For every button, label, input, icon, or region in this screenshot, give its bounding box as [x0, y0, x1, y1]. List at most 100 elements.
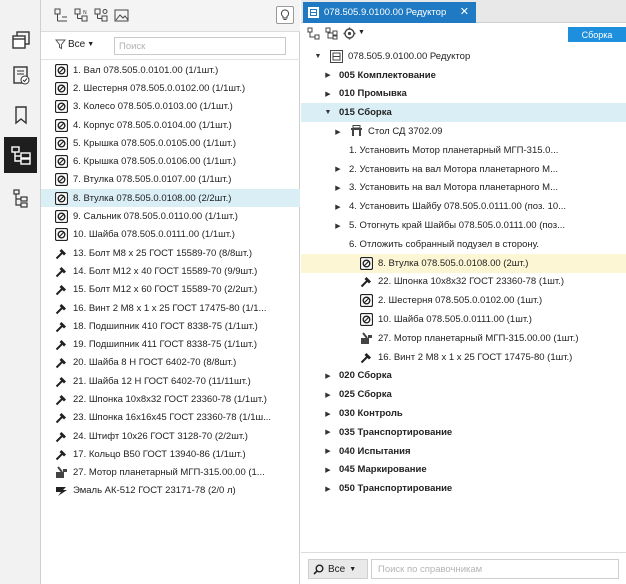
stage-badge[interactable]: Сборка: [568, 27, 626, 42]
filter-label: Все: [68, 39, 86, 50]
tree-row[interactable]: ▶ 030 Контроль: [301, 404, 626, 423]
expand-arrow-icon[interactable]: ▶: [323, 485, 333, 493]
part-icon: [359, 256, 373, 270]
expand-arrow-icon[interactable]: ▶: [323, 466, 333, 474]
rail-bookmark-button[interactable]: [4, 97, 37, 133]
expand-arrow-icon[interactable]: ▶: [333, 203, 343, 211]
component-item[interactable]: 1. Вал 078.505.0.0101.00 (1/1шт.): [41, 61, 300, 79]
expand-arrow-icon[interactable]: ▶: [323, 391, 333, 399]
standard-part-icon: [54, 356, 68, 370]
reference-filter-dropdown[interactable]: Все ▼: [308, 559, 368, 579]
tree-row[interactable]: ▶ 025 Сборка: [301, 385, 626, 404]
tree-row[interactable]: ▶ 045 Маркирование: [301, 461, 626, 480]
tree-row-label: 3. Установить на вал Мотора планетарного…: [349, 182, 559, 194]
tree-row[interactable]: 22. Шпонка 10х8х32 ГОСТ 23360-78 (1шт.): [301, 273, 626, 292]
expand-tree-icon[interactable]: [307, 27, 320, 40]
component-item[interactable]: 18. Подшипник 410 ГОСТ 8338-75 (1/1шт.): [41, 317, 300, 335]
tree-row[interactable]: 6. Отложить собранный подузел в сторону.: [301, 235, 626, 254]
assembly-icon: [329, 49, 343, 63]
image-icon[interactable]: [114, 8, 129, 23]
settings-icon[interactable]: [343, 27, 356, 40]
collapse-arrow-icon[interactable]: ▼: [323, 109, 333, 116]
component-item[interactable]: 2. Шестерня 078.505.0.0102.00 (1/1шт.): [41, 79, 300, 97]
tree-row[interactable]: 8. Втулка 078.505.0.0108.00 (2шт.): [301, 253, 626, 273]
tree-row[interactable]: ▶ 050 Транспортирование: [301, 479, 626, 498]
sort-icon[interactable]: [54, 8, 69, 23]
expand-arrow-icon[interactable]: ▶: [333, 128, 343, 136]
expand-arrow-icon[interactable]: ▶: [333, 165, 343, 173]
component-item[interactable]: 21. Шайба 12 Н ГОСТ 6402-70 (11/11шт.): [41, 372, 300, 390]
tree-row[interactable]: ▶ 2. Установить на вал Мотора планетарног…: [301, 160, 626, 179]
tab-document[interactable]: 078.505.9.0100.00 Редуктор ✕: [303, 2, 476, 23]
tree-row[interactable]: ▼ 078.505.9.0100.00 Редуктор: [301, 47, 626, 66]
tree-row[interactable]: ▶ 5. Отогнуть край Шайбы 078.505.0.0111.0…: [301, 216, 626, 235]
tree-row[interactable]: 10. Шайба 078.505.0.0111.00 (1шт.): [301, 310, 626, 329]
rail-structure-button[interactable]: [4, 137, 37, 173]
tree-row[interactable]: ▶ 4. Установить Шайбу 078.505.0.0111.00 (…: [301, 197, 626, 216]
component-item[interactable]: 20. Шайба 8 Н ГОСТ 6402-70 (8/8шт.): [41, 354, 300, 372]
component-item[interactable]: 3. Колесо 078.505.0.0103.00 (1/1шт.): [41, 98, 300, 116]
tree-row[interactable]: ▶ 040 Испытания: [301, 442, 626, 461]
expand-arrow-icon[interactable]: ▶: [323, 71, 333, 79]
collapse-tree-icon[interactable]: [325, 27, 338, 40]
tree-row-label: 035 Транспортирование: [339, 426, 453, 438]
hint-button[interactable]: [276, 6, 294, 24]
component-item[interactable]: 5. Крышка 078.505.0.0105.00 (1/1шт.): [41, 134, 300, 152]
assembly-icon: [308, 7, 319, 18]
component-item-label: Эмаль АК-512 ГОСТ 23171-78 (2/0 л): [73, 485, 236, 497]
expand-arrow-icon[interactable]: ▶: [323, 372, 333, 380]
component-item[interactable]: 7. Втулка 078.505.0.0107.00 (1/1шт.): [41, 171, 300, 189]
process-toolbar: ▼ Сборка: [301, 23, 626, 45]
component-item[interactable]: 15. Болт М12 х 60 ГОСТ 15589-70 (2/2шт.): [41, 281, 300, 299]
tree-row[interactable]: 27. Мотор планетарный МГП-315.00.00 (1шт…: [301, 329, 626, 348]
component-item-label: 7. Втулка 078.505.0.0107.00 (1/1шт.): [73, 174, 232, 186]
group-icon[interactable]: N: [74, 8, 89, 23]
component-item[interactable]: 10. Шайба 078.505.0.0111.00 (1/1шт.): [41, 226, 300, 244]
component-item[interactable]: 24. Штифт 10х26 ГОСТ 3128-70 (2/2шт.): [41, 427, 300, 445]
standard-part-icon: [54, 283, 68, 297]
component-item[interactable]: 16. Винт 2 М8 х 1 х 25 ГОСТ 17475-80 (1/…: [41, 299, 300, 317]
component-item[interactable]: 6. Крышка 078.505.0.0106.00 (1/1шт.): [41, 152, 300, 170]
tree-row[interactable]: ▶ 035 Транспортирование: [301, 423, 626, 442]
component-item[interactable]: 13. Болт М8 х 25 ГОСТ 15589-70 (8/8шт.): [41, 244, 300, 262]
filter-tree-icon[interactable]: [94, 8, 109, 23]
tree-row-label: 078.505.9.0100.00 Редуктор: [348, 50, 471, 62]
component-item[interactable]: 14. Болт М12 х 40 ГОСТ 15589-70 (9/9шт.): [41, 262, 300, 280]
tree-row[interactable]: 1. Установить Мотор планетарный МГП-315.…: [301, 141, 626, 160]
components-search-input[interactable]: [114, 37, 286, 55]
checklist-icon: [12, 66, 29, 85]
expand-arrow-icon[interactable]: ▶: [333, 222, 343, 230]
component-item[interactable]: 19. Подшипник 411 ГОСТ 8338-75 (1/1шт.): [41, 335, 300, 353]
tree-row[interactable]: ▶ 020 Сборка: [301, 367, 626, 386]
close-icon[interactable]: ✕: [460, 7, 469, 18]
expand-arrow-icon[interactable]: ▶: [323, 410, 333, 418]
tree-row[interactable]: ▶ 3. Установить на вал Мотора планетарног…: [301, 179, 626, 198]
component-item[interactable]: 8. Втулка 078.505.0.0108.00 (2/2шт.): [41, 189, 300, 208]
component-item[interactable]: 4. Корпус 078.505.0.0104.00 (1/1шт.): [41, 116, 300, 134]
component-item[interactable]: 9. Сальник 078.505.0.0110.00 (1/1шт.): [41, 207, 300, 225]
collapse-arrow-icon[interactable]: ▼: [313, 53, 323, 60]
expand-arrow-icon[interactable]: ▶: [333, 184, 343, 192]
tree-row[interactable]: ▼ 015 Сборка: [301, 103, 626, 123]
expand-arrow-icon[interactable]: ▶: [323, 447, 333, 455]
settings-caret-icon[interactable]: ▼: [358, 29, 365, 36]
rail-checklist-button[interactable]: [4, 57, 37, 93]
tree-row[interactable]: 2. Шестерня 078.505.0.0102.00 (1шт.): [301, 291, 626, 310]
component-item-label: 22. Шпонка 10х8х32 ГОСТ 23360-78 (1/1шт.…: [73, 393, 267, 405]
component-item[interactable]: 23. Шпонка 16х16х45 ГОСТ 23360-78 (1/1ш.…: [41, 409, 300, 427]
component-item[interactable]: 27. Мотор планетарный МГП-315.00.00 (1..…: [41, 464, 300, 482]
component-item[interactable]: 22. Шпонка 10х8х32 ГОСТ 23360-78 (1/1шт.…: [41, 390, 300, 408]
tree-row[interactable]: ▶ 010 Промывка: [301, 85, 626, 104]
rail-tree-button[interactable]: [4, 180, 37, 216]
component-item[interactable]: 17. Кольцо В50 ГОСТ 13940-86 (1/1шт.): [41, 445, 300, 463]
rail-windows-button[interactable]: [4, 22, 37, 58]
part-icon: [54, 155, 68, 169]
expand-arrow-icon[interactable]: ▶: [323, 428, 333, 436]
component-item[interactable]: Эмаль АК-512 ГОСТ 23171-78 (2/0 л): [41, 482, 300, 500]
tree-row[interactable]: 16. Винт 2 М8 х 1 х 25 ГОСТ 17475-80 (1ш…: [301, 348, 626, 367]
tree-row[interactable]: ▶ 005 Комплектование: [301, 66, 626, 85]
tree-row[interactable]: ▶ Стол СД 3702.09: [301, 122, 626, 141]
reference-search-input[interactable]: [371, 559, 619, 579]
filter-dropdown[interactable]: Все ▼: [55, 39, 94, 50]
expand-arrow-icon[interactable]: ▶: [323, 90, 333, 98]
